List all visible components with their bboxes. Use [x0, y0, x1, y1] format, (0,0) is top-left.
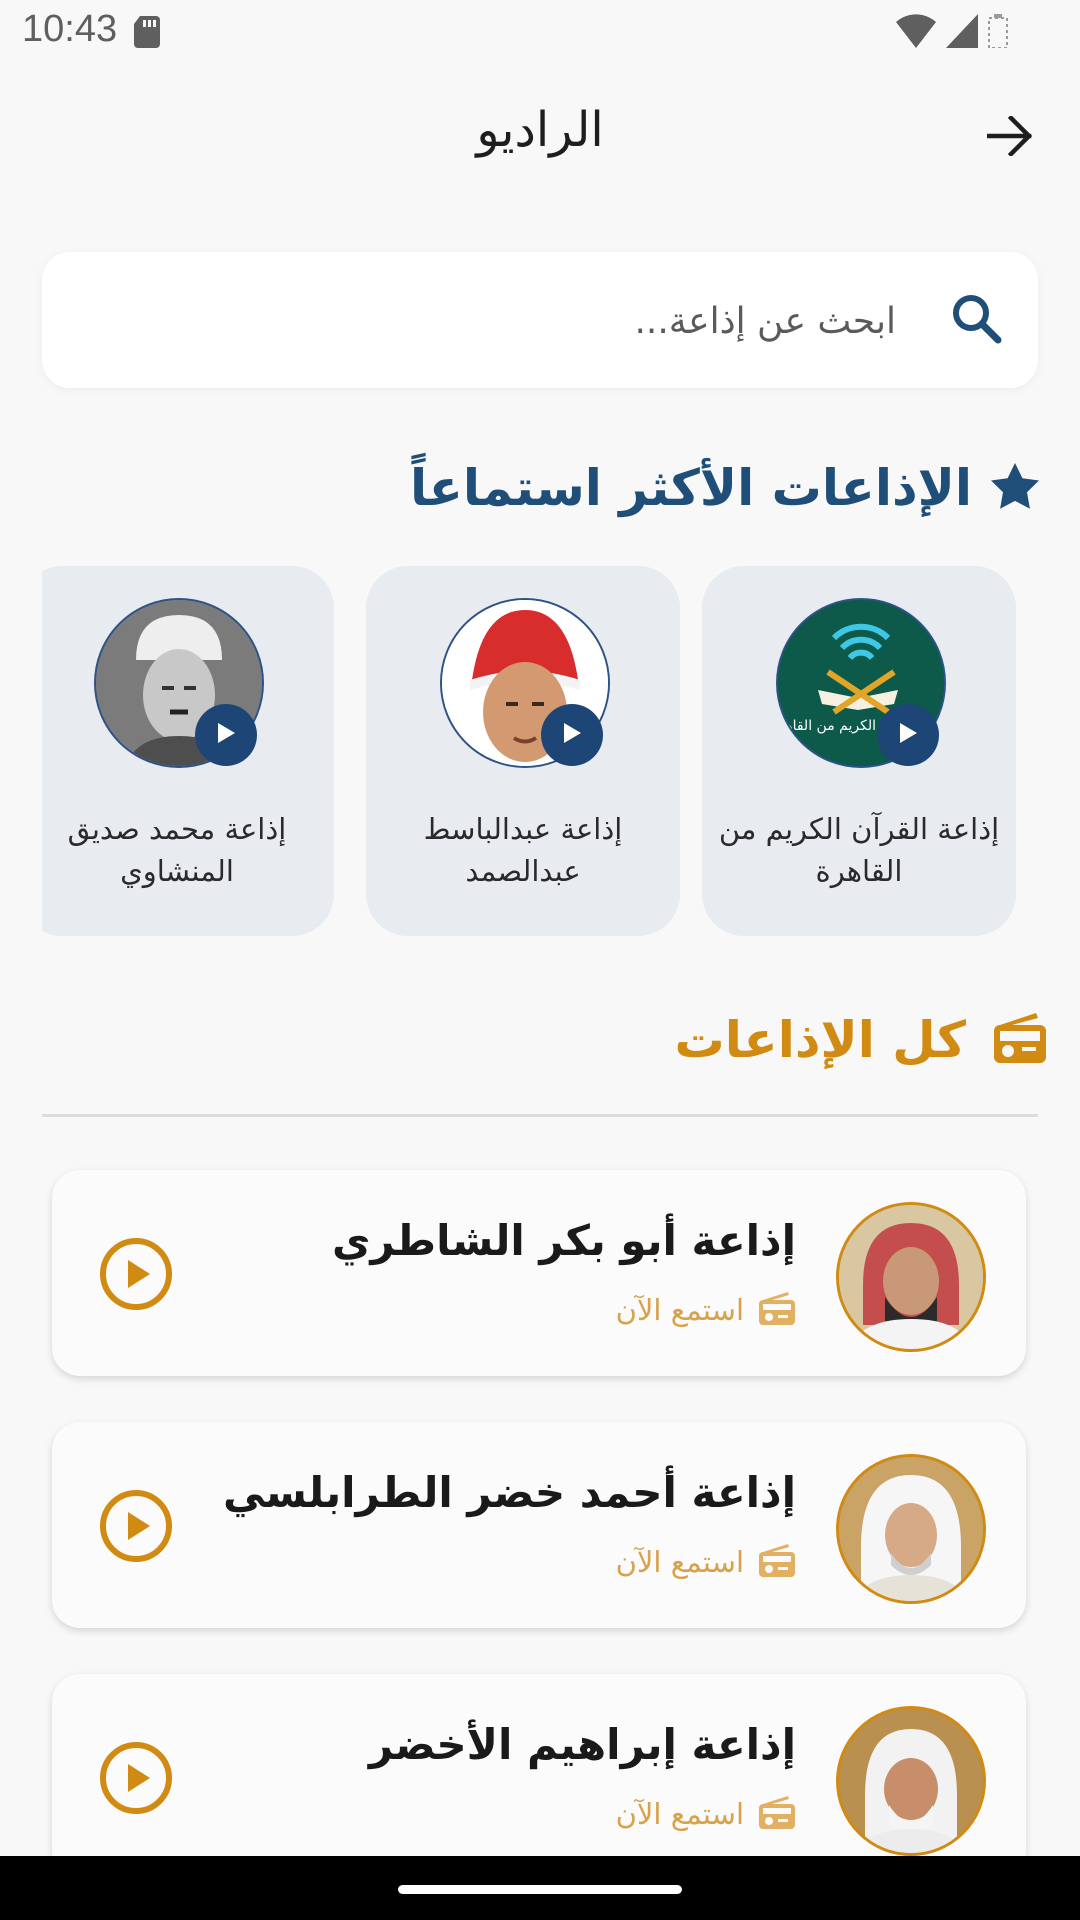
popular-card[interactable]: إذاعة عبدالباسط عبدالصمد	[366, 566, 680, 936]
play-button[interactable]	[877, 704, 939, 766]
card-label: إذاعة محمد صديق المنشاوي	[67, 812, 287, 888]
radio-icon	[758, 1794, 796, 1834]
reciter-photo	[836, 1454, 986, 1604]
play-circle-icon[interactable]	[98, 1488, 174, 1564]
page-title: الراديو	[476, 102, 604, 158]
search-icon[interactable]	[950, 292, 1002, 348]
card-label: إذاعة القرآن الكريم من القاهرة	[718, 812, 1000, 888]
status-time: 10:43	[22, 8, 118, 50]
app-bar: الراديو	[0, 80, 1080, 190]
search-input[interactable]	[174, 282, 898, 360]
play-icon	[215, 721, 237, 749]
station-row[interactable]: إذاعة إبراهيم الأخضر استمع الآن	[52, 1674, 1026, 1880]
station-title: إذاعة أحمد خضر الطرابلسي	[223, 1468, 796, 1517]
station-subtitle: استمع الآن	[616, 1794, 796, 1834]
play-button[interactable]	[541, 704, 603, 766]
radio-icon	[758, 1542, 796, 1582]
sd-card-icon	[134, 16, 162, 52]
play-button[interactable]	[195, 704, 257, 766]
reciter-photo	[836, 1202, 986, 1352]
radio-icon	[992, 1011, 1048, 1069]
cell-signal-icon	[946, 14, 978, 52]
battery-icon	[988, 14, 1008, 52]
star-icon	[990, 462, 1040, 514]
station-title: إذاعة أبو بكر الشاطري	[331, 1216, 796, 1265]
popular-section-header: الإذاعات الأكثر استماعاً	[410, 448, 1040, 528]
play-icon	[897, 721, 919, 749]
listen-now-label: استمع الآن	[615, 1545, 744, 1579]
wifi-icon	[896, 14, 936, 52]
divider	[42, 1114, 1038, 1117]
radio-icon	[758, 1290, 796, 1330]
system-navigation-bar	[0, 1856, 1080, 1920]
station-title: إذاعة إبراهيم الأخضر	[368, 1720, 796, 1769]
station-row[interactable]: إذاعة أحمد خضر الطرابلسي استمع الآن	[52, 1422, 1026, 1628]
all-section-title: كل الإذاعات	[674, 1011, 966, 1069]
play-icon	[561, 721, 583, 749]
station-subtitle: استمع الآن	[616, 1542, 796, 1582]
popular-card[interactable]: إذاعة محمد صديق المنشاوي	[42, 566, 334, 936]
popular-card[interactable]: إذاعة القرآن الكريم من القاهرة إذاعة الق…	[702, 566, 1016, 936]
card-label: إذاعة عبدالباسط عبدالصمد	[423, 812, 623, 888]
play-circle-icon[interactable]	[98, 1740, 174, 1816]
listen-now-label: استمع الآن	[615, 1293, 744, 1327]
all-section-header: كل الإذاعات	[675, 1000, 1048, 1080]
arrow-right-icon	[986, 114, 1033, 160]
reciter-photo	[836, 1706, 986, 1856]
search-box[interactable]	[42, 252, 1038, 388]
station-subtitle: استمع الآن	[616, 1290, 796, 1330]
listen-now-label: استمع الآن	[615, 1797, 744, 1831]
status-bar: 10:43	[0, 0, 1080, 64]
play-circle-icon[interactable]	[98, 1236, 174, 1312]
back-button[interactable]	[980, 108, 1040, 168]
home-gesture-handle[interactable]	[398, 1885, 682, 1894]
station-row[interactable]: إذاعة أبو بكر الشاطري استمع الآن	[52, 1170, 1026, 1376]
popular-carousel[interactable]: إذاعة القرآن الكريم من القاهرة إذاعة الق…	[42, 566, 1038, 938]
popular-section-title: الإذاعات الأكثر استماعاً	[409, 459, 972, 517]
